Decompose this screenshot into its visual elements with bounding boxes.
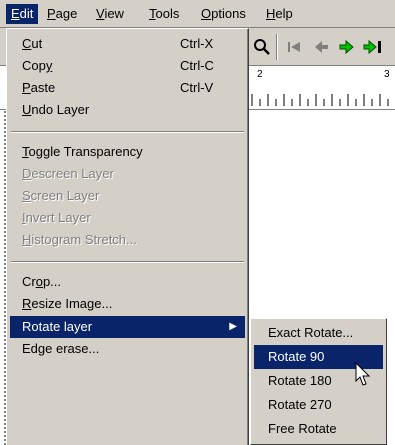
menu-item-rotate-layer[interactable]: Rotate layer ▶ [10, 316, 245, 338]
menu-page-key: P [47, 6, 56, 21]
accelerator-key: R [22, 296, 32, 311]
submenu-item-free-rotate[interactable]: Free Rotate [254, 417, 383, 441]
menu-item-text: esize Image... [31, 296, 113, 311]
ruler-number-3: 3 [384, 69, 390, 80]
menu-item-text: oggle Transparency [28, 144, 143, 159]
menu-page-rest: age [55, 6, 78, 21]
menu-item-text: Edge erase... [22, 341, 100, 356]
menu-item-screen-layer: Screen Layer [10, 185, 245, 207]
menu-item-edge-erase[interactable]: Edge erase... [10, 338, 245, 360]
accelerator-key: D [22, 166, 32, 181]
application-window: Edit Page View Tools Options Help 2 3 Cu… [0, 0, 395, 445]
accelerator-key: S [22, 188, 31, 203]
accelerator-key: y [45, 58, 53, 73]
menu-item-text: creen Layer [30, 188, 100, 203]
menu-help[interactable]: Help [261, 4, 298, 24]
previous-page-icon[interactable] [309, 35, 333, 59]
menu-item-text: ut [31, 36, 43, 51]
shortcut-label: Ctrl-C [180, 58, 214, 73]
zoom-icon[interactable] [250, 35, 274, 59]
next-page-icon[interactable] [335, 35, 359, 59]
menu-tools-rest: ools [155, 6, 180, 21]
menu-item-copy[interactable]: Copy Ctrl-C [10, 55, 245, 77]
submenu-item-rotate-270[interactable]: Rotate 270 [254, 393, 383, 417]
accelerator-key: P [22, 80, 31, 95]
menu-edit-key: E [11, 6, 20, 21]
edit-menu: Cut Ctrl-X Copy Ctrl-C Paste Ctrl-V Undo… [6, 28, 249, 445]
menu-help-key: H [266, 6, 276, 21]
last-page-icon[interactable] [361, 35, 385, 59]
menu-item-text: Cop [22, 58, 46, 73]
menu-item-invert-layer: Invert Layer [10, 207, 245, 229]
menu-view[interactable]: View [91, 4, 129, 24]
ruler-number-2: 2 [257, 69, 263, 80]
menu-item-resize-image[interactable]: Resize Image... [10, 293, 245, 315]
menu-item-cut[interactable]: Cut Ctrl-X [10, 33, 245, 55]
menu-item-paste[interactable]: Paste Ctrl-V [10, 77, 245, 99]
menu-page[interactable]: Page [42, 4, 82, 24]
accelerator-key: C [22, 36, 32, 51]
menu-separator [11, 261, 244, 263]
menu-options-rest: ptions [211, 6, 246, 21]
menu-item-text: istogram Stretch... [31, 232, 137, 247]
menu-item-text: p... [42, 274, 62, 289]
menu-help-rest: elp [275, 6, 293, 21]
mouse-pointer-icon [355, 362, 371, 386]
menu-separator [11, 131, 244, 133]
menu-options-key: O [201, 6, 212, 21]
menu-edit[interactable]: Edit [6, 4, 39, 24]
menu-bar: Edit Page View Tools Options Help [0, 0, 395, 28]
menu-item-text: nvert Layer [25, 210, 91, 225]
menu-item-text: Rotate layer [22, 319, 93, 334]
menu-tools[interactable]: Tools [144, 4, 184, 24]
submenu-arrow-icon: ▶ [229, 321, 237, 332]
accelerator-key: o [35, 274, 43, 289]
menu-item-text: ndo Layer [31, 102, 90, 117]
menu-item-descreen-layer: Descreen Layer [10, 163, 245, 185]
shortcut-label: Ctrl-V [180, 80, 214, 95]
accelerator-key: U [22, 102, 32, 117]
menu-view-rest: iew [104, 6, 124, 21]
menu-item-crop[interactable]: Crop... [10, 271, 245, 293]
menu-item-text: Cr [22, 274, 36, 289]
menu-item-text: escreen Layer [31, 166, 114, 181]
menu-edit-rest: dit [19, 6, 34, 21]
menu-item-histogram-stretch: Histogram Stretch... [10, 229, 245, 251]
menu-options[interactable]: Options [196, 4, 251, 24]
accelerator-key: H [22, 232, 32, 247]
first-page-icon[interactable] [283, 35, 307, 59]
menu-item-text: aste [30, 80, 56, 95]
menu-item-toggle-transparency[interactable]: Toggle Transparency [10, 141, 245, 163]
toolbar-separator [276, 34, 278, 60]
menu-item-undo-layer[interactable]: Undo Layer [10, 99, 245, 121]
submenu-item-exact-rotate[interactable]: Exact Rotate... [254, 321, 383, 345]
shortcut-label: Ctrl-X [180, 36, 214, 51]
